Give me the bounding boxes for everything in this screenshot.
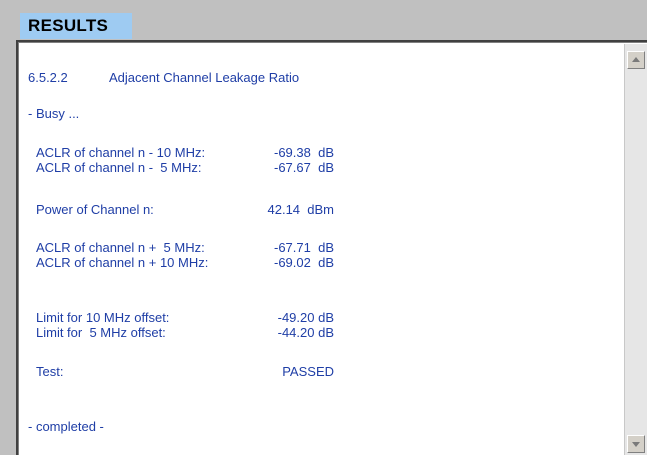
limit-5-value: -44.20 dB: [277, 325, 334, 340]
results-text-area[interactable]: 6.5.2.2 Adjacent Channel Leakage Ratio -…: [20, 44, 623, 455]
scroll-down-button[interactable]: [627, 435, 645, 453]
test-result-label: Test:: [36, 364, 64, 379]
limit-10-value: -49.20 dB: [277, 310, 334, 325]
results-title-tab: RESULTS: [20, 13, 132, 39]
results-panel: 6.5.2.2 Adjacent Channel Leakage Ratio -…: [16, 40, 647, 455]
aclr-minus-10-value: -69.38 dB: [274, 145, 334, 160]
test-name: Adjacent Channel Leakage Ratio: [109, 70, 300, 85]
status-completed: - completed -: [28, 419, 104, 434]
aclr-plus-10-value: -69.02 dB: [274, 255, 334, 270]
scroll-down-arrow-icon: [632, 442, 640, 447]
scroll-up-button[interactable]: [627, 51, 645, 69]
status-busy: - Busy ...: [28, 106, 80, 121]
test-result-value: PASSED: [282, 364, 334, 379]
vertical-scrollbar[interactable]: [624, 44, 647, 455]
aclr-minus-5-value: -67.67 dB: [274, 160, 334, 175]
test-id: 6.5.2.2: [28, 70, 68, 85]
aclr-plus-5-value: -67.71 dB: [274, 240, 334, 255]
scroll-up-arrow-icon: [632, 57, 640, 62]
power-value: 42.14 dBm: [267, 202, 335, 217]
